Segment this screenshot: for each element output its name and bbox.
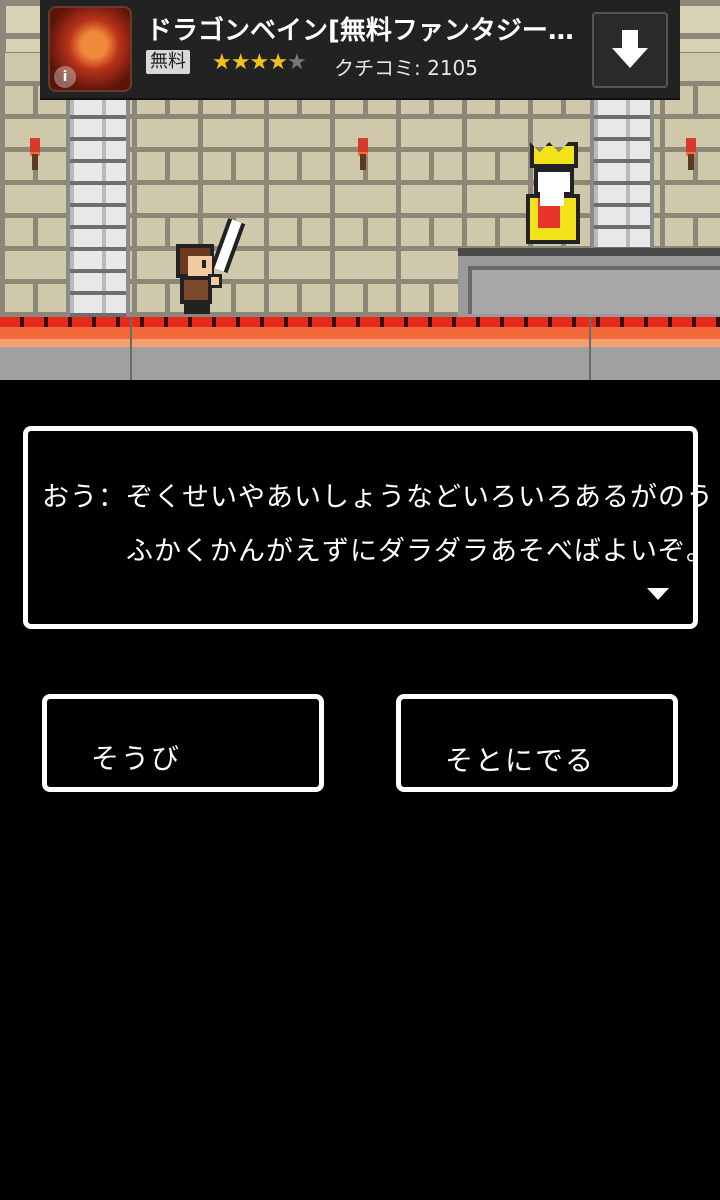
sword-icon bbox=[214, 219, 242, 272]
download-button[interactable] bbox=[592, 12, 668, 88]
torch-icon bbox=[26, 138, 44, 172]
throne-dais-face bbox=[468, 266, 720, 314]
next-arrow-icon[interactable] bbox=[647, 588, 669, 600]
ad-banner[interactable]: i ドラゴンベイン[無料ファンタジー… 無料 ★★★★★ クチコミ: 2105 bbox=[40, 0, 680, 100]
dialog-line-1: おう：ぞくせいやあいしょうなどいろいろあるがのう bbox=[42, 482, 714, 513]
dialog-box[interactable]: おう：ぞくせいやあいしょうなどいろいろあるがのう ふかくかんがえずにダラダラあそ… bbox=[23, 426, 713, 629]
king-sprite[interactable] bbox=[520, 142, 586, 248]
go-out-button[interactable]: そとにでる bbox=[396, 694, 678, 792]
equip-button[interactable]: そうび bbox=[42, 694, 324, 792]
star-icon: ★ bbox=[249, 50, 269, 75]
review-count: クチコミ: 2105 bbox=[334, 56, 478, 80]
dialog-line-2: ふかくかんがえずにダラダラあそべばよいぞ。 bbox=[126, 536, 714, 567]
torch-icon bbox=[682, 138, 700, 172]
download-icon bbox=[612, 30, 648, 68]
go-out-button-label: そとにでる bbox=[445, 744, 596, 777]
rating-stars: ★★★★★ bbox=[212, 50, 307, 76]
lava-floor bbox=[0, 317, 720, 380]
torch-icon bbox=[354, 138, 372, 172]
info-icon[interactable]: i bbox=[54, 66, 76, 88]
price-badge: 無料 bbox=[146, 50, 190, 74]
ad-title: ドラゴンベイン[無料ファンタジー… bbox=[146, 16, 574, 46]
star-icon: ★ bbox=[286, 50, 307, 75]
hero-sprite bbox=[168, 218, 248, 316]
equip-button-label: そうび bbox=[91, 742, 182, 775]
star-icon: ★ bbox=[230, 50, 251, 75]
star-icon: ★ bbox=[268, 50, 288, 75]
star-icon: ★ bbox=[212, 50, 232, 75]
